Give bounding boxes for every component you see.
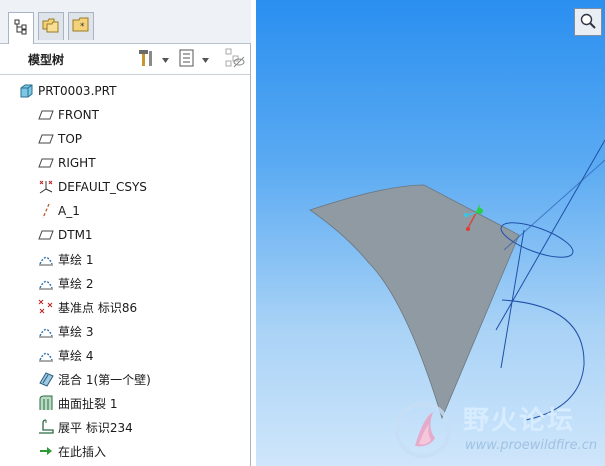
tab-folder-browser[interactable] bbox=[38, 12, 64, 40]
tree-item-label: A_1 bbox=[58, 204, 80, 218]
tree-item-front[interactable]: FRONT bbox=[38, 104, 99, 126]
sketch-icon bbox=[38, 251, 54, 267]
tree-item-sketch-4[interactable]: 草绘 4 bbox=[38, 344, 93, 366]
unbend-icon bbox=[38, 419, 54, 435]
tree-item-root-part[interactable]: PRT0003.PRT bbox=[18, 80, 116, 102]
model-tree-tab-icon bbox=[13, 19, 29, 38]
watermark-logo-icon bbox=[395, 402, 451, 458]
zoom-fit-button[interactable] bbox=[574, 8, 602, 36]
tree-item-label: 草绘 4 bbox=[58, 348, 94, 363]
datum-plane-icon bbox=[38, 107, 54, 123]
tree-item-label: DTM1 bbox=[58, 228, 93, 242]
tree-item-label: 草绘 1 bbox=[58, 252, 94, 267]
datum-point-icon bbox=[38, 299, 54, 315]
show-columns-button[interactable] bbox=[178, 47, 209, 71]
datum-plane-icon bbox=[38, 155, 54, 171]
tree-item-top[interactable]: TOP bbox=[38, 128, 82, 150]
tree-item-dtm1[interactable]: DTM1 bbox=[38, 224, 93, 246]
tree-item-label: PRT0003.PRT bbox=[38, 84, 117, 98]
part-icon bbox=[18, 83, 34, 99]
sketch-icon bbox=[38, 275, 54, 291]
tree-item-sketch-2[interactable]: 草绘 2 bbox=[38, 272, 93, 294]
dropdown-arrow-icon bbox=[162, 52, 169, 66]
model-geometry[interactable] bbox=[256, 0, 605, 466]
tree-item-label: 在此插入 bbox=[58, 444, 107, 459]
watermark-url: www.proewildfire.cn bbox=[465, 438, 598, 453]
datum-axis-icon bbox=[38, 203, 54, 219]
tree-item-label: 草绘 3 bbox=[58, 324, 94, 339]
tree-item-unbend[interactable]: 展平 标识234 bbox=[38, 416, 133, 438]
graphics-viewport[interactable] bbox=[256, 0, 605, 466]
navigator-tab-strip: * bbox=[0, 0, 251, 44]
svg-text:*: * bbox=[80, 22, 85, 32]
tree-item-blend-1[interactable]: 混合 1(第一个壁) bbox=[38, 368, 151, 390]
model-tree-header: 模型树 bbox=[0, 44, 250, 75]
watermark-title: 野火论坛 bbox=[463, 406, 576, 436]
model-tree-panel: * 模型树 PRT0003.PRT FRONT TOP RIGHT DEFAUL… bbox=[0, 0, 251, 466]
tree-item-label: TOP bbox=[58, 132, 83, 146]
tree-columns-icon bbox=[178, 48, 196, 71]
sketch-icon bbox=[38, 323, 54, 339]
tree-item-axis[interactable]: A_1 bbox=[38, 200, 80, 222]
tree-item-label: 曲面扯裂 1 bbox=[58, 396, 118, 411]
zoom-fit-icon bbox=[579, 12, 597, 33]
datum-plane-icon bbox=[38, 131, 54, 147]
tab-favorites[interactable]: * bbox=[68, 12, 94, 40]
tree-item-default-csys[interactable]: DEFAULT_CSYS bbox=[38, 176, 147, 198]
tree-item-label: 基准点 标识86 bbox=[58, 300, 138, 315]
tree-item-insert-here[interactable]: 在此插入 bbox=[38, 440, 106, 462]
dropdown-arrow-icon bbox=[202, 52, 209, 66]
tree-item-surface-rip-1[interactable]: 曲面扯裂 1 bbox=[38, 392, 117, 414]
sketch-icon bbox=[38, 347, 54, 363]
panel-title: 模型树 bbox=[28, 53, 65, 67]
tree-item-label: FRONT bbox=[58, 108, 99, 122]
tree-item-label: 展平 标识234 bbox=[58, 420, 133, 435]
sheet-metal-surface bbox=[309, 184, 520, 420]
tree-item-sketch-1[interactable]: 草绘 1 bbox=[38, 248, 93, 270]
tab-model-tree[interactable] bbox=[8, 12, 34, 44]
surface-rip-icon bbox=[38, 395, 54, 411]
insert-here-arrow-icon bbox=[38, 443, 54, 459]
tree-item-label: RIGHT bbox=[58, 156, 96, 170]
tree-item-datum-point[interactable]: 基准点 标识86 bbox=[38, 296, 137, 318]
favorites-tab-icon: * bbox=[72, 17, 90, 36]
tree-item-label: 混合 1(第一个壁) bbox=[58, 372, 151, 387]
forum-watermark: 野火论坛 www.proewildfire.cn bbox=[393, 398, 605, 464]
tree-item-label: 草绘 2 bbox=[58, 276, 94, 291]
settings-tools-icon bbox=[136, 48, 156, 71]
tree-item-label: DEFAULT_CSYS bbox=[58, 180, 147, 194]
blend-wall-icon bbox=[38, 371, 54, 387]
tree-item-right[interactable]: RIGHT bbox=[38, 152, 96, 174]
datum-axis-line-2 bbox=[503, 159, 605, 251]
settings-button[interactable] bbox=[136, 47, 169, 71]
tree-item-sketch-3[interactable]: 草绘 3 bbox=[38, 320, 93, 342]
show-hidden-button[interactable] bbox=[224, 47, 246, 71]
folder-browser-tab-icon bbox=[42, 17, 60, 36]
coordinate-system-icon bbox=[38, 179, 54, 195]
datum-plane-icon bbox=[38, 227, 54, 243]
show-hidden-icon bbox=[224, 47, 246, 72]
